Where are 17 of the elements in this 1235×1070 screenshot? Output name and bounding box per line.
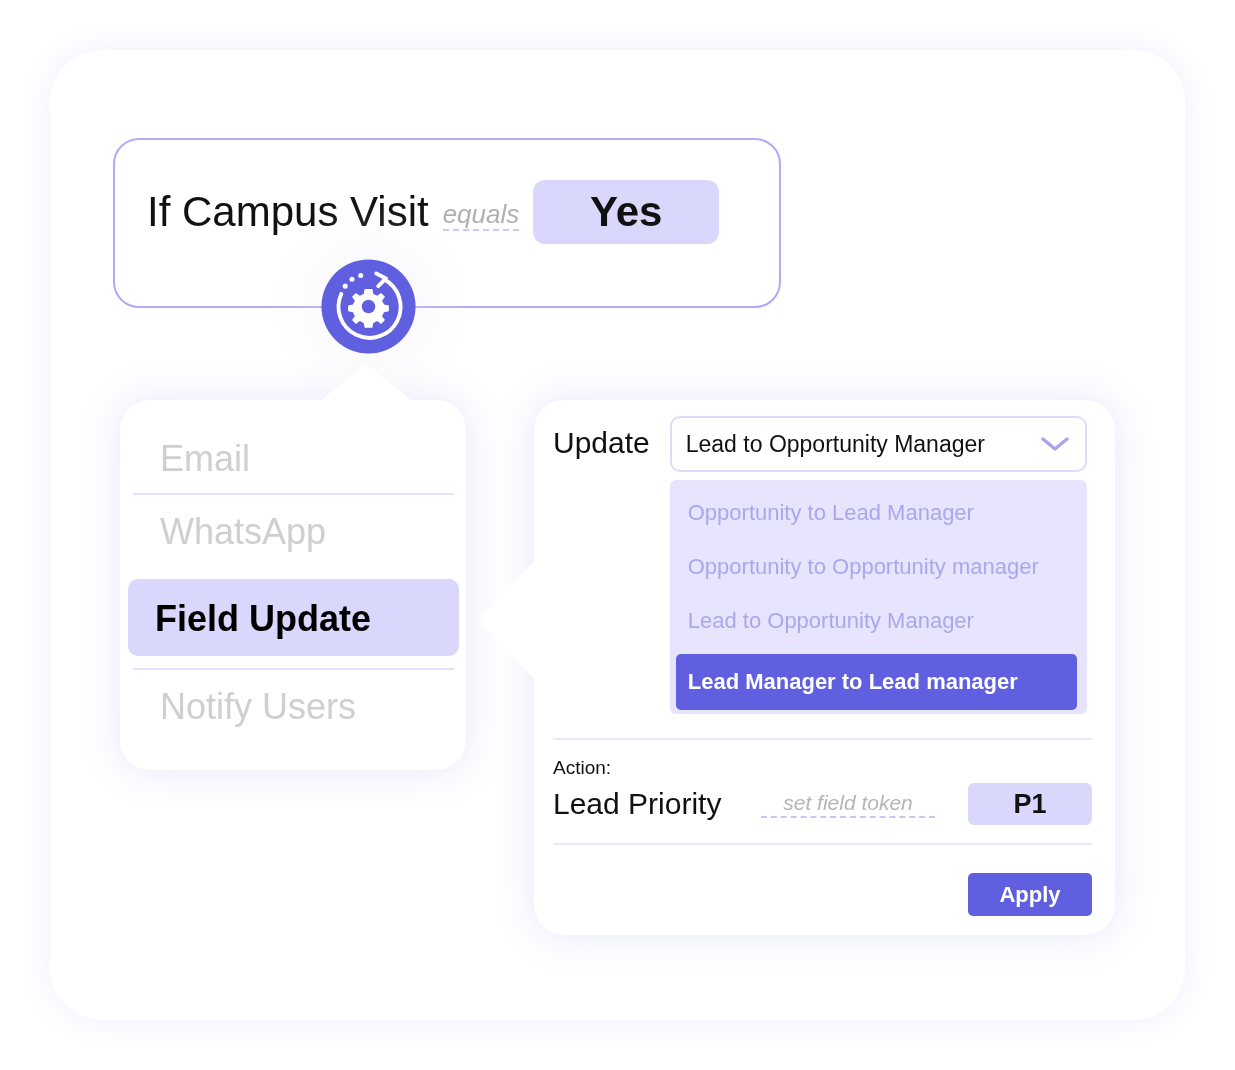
dropdown-option[interactable]: Opportunity to Opportunity manager: [675, 546, 1077, 600]
apply-button[interactable]: Apply: [968, 873, 1092, 916]
update-label: Update: [553, 426, 650, 460]
value-chip[interactable]: Yes: [533, 180, 720, 244]
menu-item[interactable]: Field Update: [128, 579, 459, 656]
operator-field[interactable]: equals: [442, 199, 520, 231]
gear-icon[interactable]: [320, 258, 417, 355]
dropdown-option[interactable]: Lead Manager to Lead manager: [675, 654, 1077, 710]
dropdown-option[interactable]: Opportunity to Lead Manager: [675, 492, 1077, 546]
chevron-down-icon: [1040, 436, 1069, 452]
condition-field: If Campus Visit: [147, 188, 429, 236]
action-heading: Action:: [553, 757, 613, 779]
token-field[interactable]: set field token: [761, 790, 935, 818]
update-dropdown[interactable]: Lead to Opportunity Manager: [669, 416, 1087, 472]
action-field: Lead Priority: [553, 787, 761, 821]
dropdown-option[interactable]: Lead to Opportunity Manager: [675, 600, 1077, 654]
value-chip[interactable]: P1: [968, 783, 1092, 825]
